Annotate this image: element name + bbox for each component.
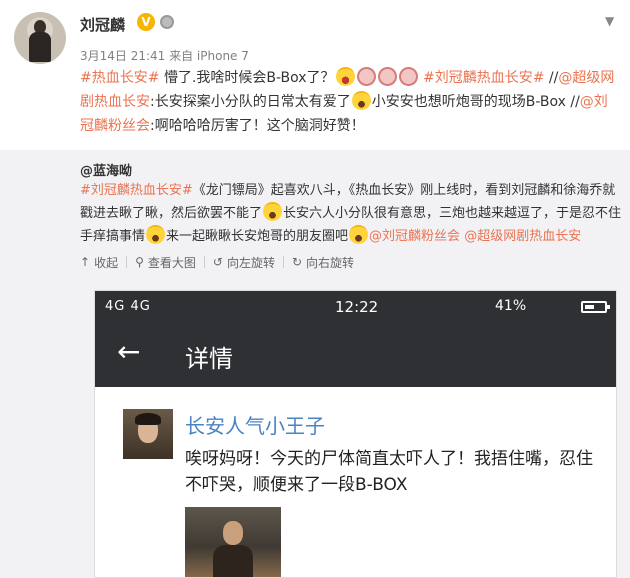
repost-text: #刘冠麟热血长安#《龙门镖局》起喜欢八斗，《热血长安》刚上线时，看到刘冠麟和徐海…	[80, 180, 625, 248]
hashtag-link[interactable]: #热血长安#	[80, 70, 159, 86]
emoji-icon	[335, 67, 355, 86]
emoji-icon	[356, 67, 376, 86]
divider	[126, 256, 128, 268]
view-large-button[interactable]: ⚲ 查看大图	[135, 254, 196, 271]
image-actions: ↑ 收起 ⚲ 查看大图 ↺ 向左旋转 ↻ 向右旋转	[80, 252, 354, 272]
post-text-segment: 小安安也想听炮哥的现场B-Box //	[371, 94, 580, 110]
phone-status-bar: 4G 4G 12:22 41%	[95, 291, 616, 323]
rotate-right-button[interactable]: ↻ 向右旋转	[292, 254, 354, 271]
verified-icon: V	[137, 13, 155, 31]
mention-link[interactable]: @超级网剧热血长安	[464, 229, 581, 244]
emoji-icon	[398, 67, 418, 86]
card-thumbnail	[185, 507, 281, 577]
hashtag-link[interactable]: #刘冠麟热血长安#	[423, 70, 544, 86]
post-text-segment: //	[544, 70, 559, 86]
repost-username[interactable]: @蓝海呦	[80, 160, 132, 179]
card-avatar-hair	[135, 413, 161, 425]
thumbnail-face	[223, 521, 243, 545]
repost-text-segment: 来一起瞅瞅长安炮哥的朋友圈吧	[166, 229, 349, 244]
back-arrow-icon: ←	[117, 335, 141, 368]
emoji-icon	[351, 91, 371, 110]
collapse-button[interactable]: ↑ 收起	[80, 254, 118, 271]
mask-icon	[160, 15, 174, 29]
avatar[interactable]	[14, 12, 66, 64]
thumbnail-robe	[213, 545, 253, 577]
divider	[282, 256, 284, 268]
card-avatar	[123, 409, 173, 459]
search-icon: ⚲	[135, 255, 144, 269]
chevron-down-icon[interactable]: ▼	[605, 14, 614, 28]
post-text-segment: :长安探案小分队的日常太有爱了	[150, 94, 351, 110]
moment-card: 长安人气小王子 唉呀妈呀！今天的尸体简直太吓人了！我捂住嘴，忍住不吓哭，顺便来了…	[95, 387, 616, 577]
signal-icon: 4G 4G	[105, 299, 151, 314]
card-name: 长安人气小王子	[185, 414, 325, 438]
status-battery-percent: 41%	[495, 298, 527, 314]
username[interactable]: 刘冠麟	[80, 14, 125, 35]
repost-block: @蓝海呦 #刘冠麟热血长安#《龙门镖局》起喜欢八斗，《热血长安》刚上线时，看到刘…	[0, 150, 630, 578]
rotate-right-label: 向右旋转	[306, 255, 355, 270]
divider	[203, 256, 205, 268]
embedded-screenshot[interactable]: 4G 4G 12:22 41% ← 详情 长安人气小王子 唉呀妈呀！今天的尸体简…	[94, 290, 617, 578]
weibo-post: 刘冠麟 V ▼ 3月14日 21:41 来自 iPhone 7 #热血长安# 懵…	[0, 0, 630, 578]
rotate-left-button[interactable]: ↺ 向左旋转	[213, 254, 275, 271]
emoji-icon	[146, 225, 166, 244]
post-meta: 3月14日 21:41 来自 iPhone 7	[80, 49, 249, 63]
post-text: #热血长安# 懵了.我啥时候会B-Box了？ #刘冠麟热血长安# //@超级网剧…	[80, 66, 620, 138]
hashtag-link[interactable]: #刘冠麟热血长安#	[80, 183, 193, 198]
rotate-left-label: 向左旋转	[226, 255, 275, 270]
collapse-icon: ↑	[80, 255, 91, 269]
card-text: 唉呀妈呀！今天的尸体简直太吓人了！我捂住嘴，忍住不吓哭，顺便来了一段B-BOX	[185, 449, 593, 495]
post-text-segment: 懵了.我啥时候会B-Box了？	[159, 70, 335, 86]
avatar-body	[29, 32, 51, 62]
emoji-icon	[377, 67, 397, 86]
nav-title: 详情	[185, 345, 233, 373]
mention-link[interactable]: @刘冠麟粉丝会	[369, 229, 460, 244]
emoji-icon	[349, 225, 369, 244]
collapse-label: 收起	[94, 255, 119, 270]
rotate-right-icon: ↻	[291, 255, 303, 269]
rotate-left-icon: ↺	[212, 255, 223, 269]
status-time: 12:22	[335, 298, 379, 316]
emoji-icon	[263, 202, 283, 221]
view-large-label: 查看大图	[147, 255, 196, 270]
battery-icon	[581, 301, 610, 313]
post-text-segment: :啊哈哈哈厉害了！这个脑洞好赞！	[150, 118, 365, 134]
phone-nav-bar: ← 详情	[95, 323, 616, 387]
